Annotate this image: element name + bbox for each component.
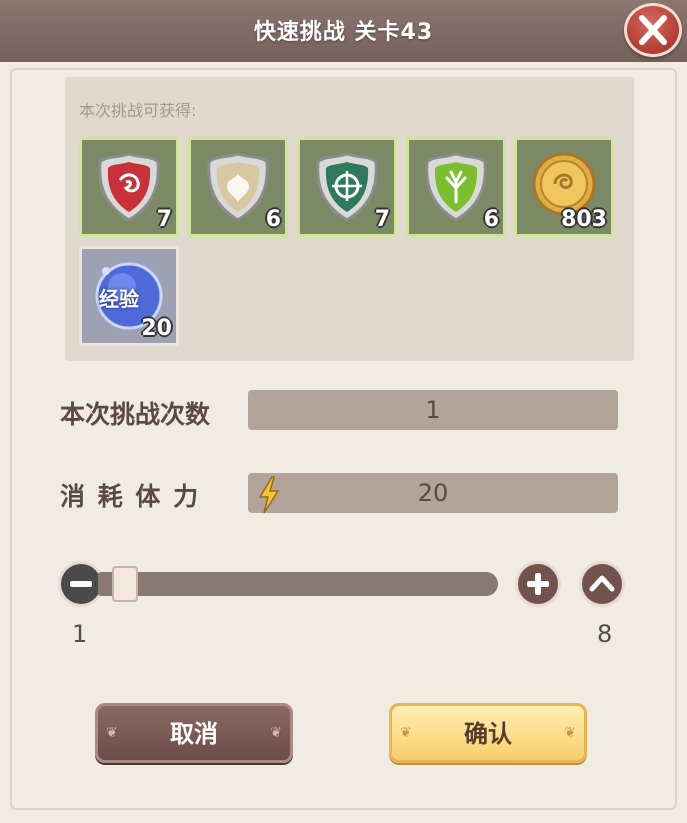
ornament-icon: ❦ (106, 725, 118, 741)
reward-count: 6 (483, 207, 499, 232)
reward-count: 6 (265, 207, 281, 232)
count-slider-track[interactable] (98, 572, 498, 596)
rewards-label: 本次挑战可获得: (79, 101, 197, 120)
confirm-button[interactable]: ❦ 确认 ❦ (389, 703, 587, 763)
count-slider-handle[interactable] (112, 566, 138, 602)
reward-count: 20 (141, 316, 172, 341)
attempts-label: 本次挑战次数 (60, 400, 211, 429)
reward-slot-teal-shield[interactable]: 7 (297, 137, 397, 237)
ornament-icon: ❦ (400, 725, 412, 741)
reward-slot-red-shield[interactable]: 7 (79, 137, 179, 237)
minus-icon (70, 581, 92, 587)
cancel-button[interactable]: ❦ 取消 ❦ (95, 703, 293, 763)
quick-challenge-dialog: 快速挑战 关卡43 本次挑战可获得: 7 6 7 6 803 经验 20 本次挑… (0, 0, 687, 823)
reward-slot-experience[interactable]: 经验 20 (79, 246, 179, 346)
dialog-header: 快速挑战 关卡43 (0, 0, 687, 64)
reward-slot-green-shield[interactable]: 6 (406, 137, 506, 237)
reward-slot-beige-shield[interactable]: 6 (188, 137, 288, 237)
reward-slot-gold-coin[interactable]: 803 (514, 137, 614, 237)
ornament-icon: ❦ (270, 725, 282, 741)
rewards-panel: 本次挑战可获得: 7 6 7 6 803 经验 20 (65, 77, 634, 361)
plus-icon (527, 573, 549, 595)
close-button[interactable] (624, 3, 682, 57)
confirm-button-label: 确认 (464, 720, 512, 748)
reward-count: 803 (561, 207, 607, 232)
chevron-up-icon (589, 575, 615, 592)
dialog-title: 快速挑战 关卡43 (253, 20, 434, 45)
experience-orb-label: 经验 (99, 287, 139, 311)
slider-max-label: 8 (597, 620, 613, 648)
attempts-value: 1 (248, 390, 618, 430)
increase-button[interactable] (515, 561, 561, 607)
cancel-button-label: 取消 (170, 720, 218, 748)
stamina-label: 消 耗 体 力 (60, 482, 201, 511)
ornament-icon: ❦ (564, 725, 576, 741)
stamina-bar: 20 (248, 473, 618, 514)
close-icon (639, 15, 667, 45)
stamina-value: 20 (417, 479, 449, 507)
max-button[interactable] (579, 561, 625, 607)
reward-count: 7 (374, 207, 390, 232)
lightning-icon (258, 476, 280, 514)
reward-count: 7 (156, 207, 172, 232)
slider-min-label: 1 (72, 620, 88, 648)
